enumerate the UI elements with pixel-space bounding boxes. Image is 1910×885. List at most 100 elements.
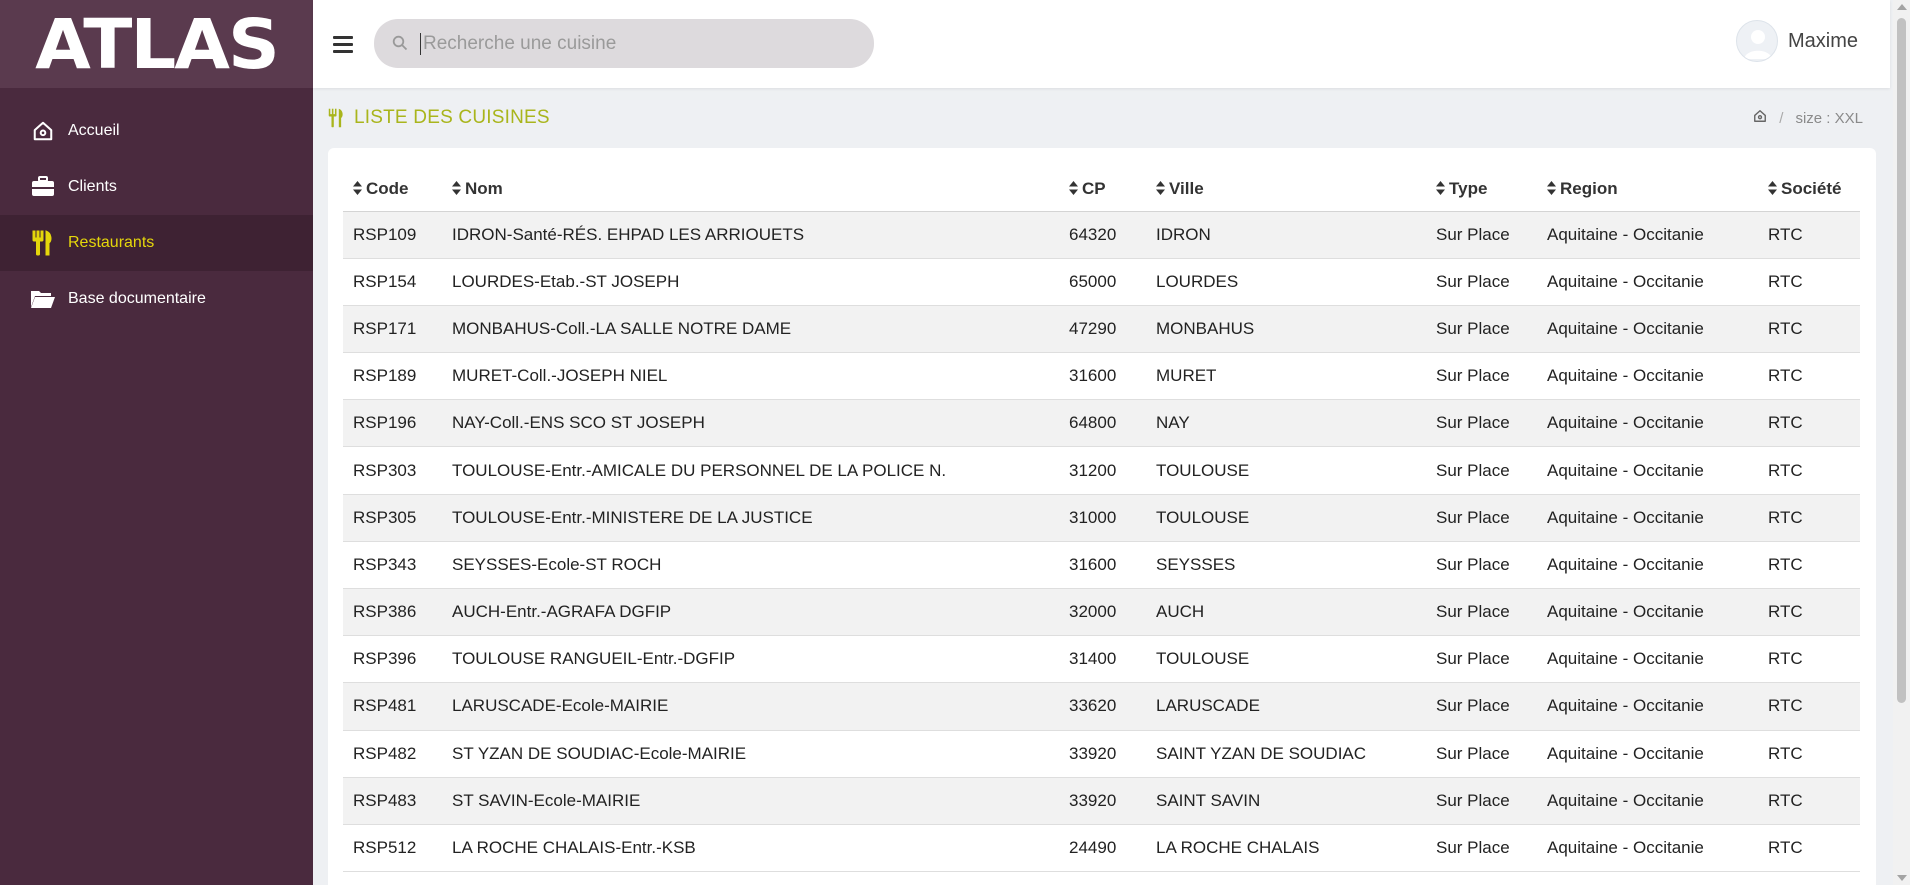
table-row[interactable]: RSP303 TOULOUSE-Entr.-AMICALE DU PERSONNE… xyxy=(343,446,1860,495)
table-cell: Aquitaine - Occitanie xyxy=(1537,446,1758,495)
scrollbar-thumb[interactable] xyxy=(1897,18,1906,703)
sidebar-item-restaurants[interactable]: Restaurants xyxy=(0,215,313,271)
table-cell: Sur Place xyxy=(1426,588,1537,637)
sidebar-nav: Accueil Clients Restaurants Base documen… xyxy=(0,88,313,327)
table-row[interactable]: RSP189 MURET-Coll.-JOSEPH NIEL 31600 MURET S… xyxy=(343,352,1860,401)
hamburger-menu-icon[interactable] xyxy=(333,30,353,58)
sidebar-item-clients[interactable]: Clients xyxy=(0,159,313,215)
sort-icon xyxy=(1436,180,1446,200)
cuisines-table-card: Code Nom CP Ville Type Region Société RSP109 ID… xyxy=(328,148,1876,885)
column-header-3[interactable]: Ville xyxy=(1146,168,1426,212)
column-header-label: Type xyxy=(1449,178,1488,198)
table-cell: TOULOUSE xyxy=(1146,494,1426,542)
column-header-5[interactable]: Region xyxy=(1537,168,1758,212)
user-menu[interactable]: Maxime xyxy=(1735,20,1858,62)
table-cell: ST SAVIN-Ecole-MAIRIE xyxy=(442,777,1059,825)
cuisines-table: Code Nom CP Ville Type Region Société RSP109 ID… xyxy=(343,168,1860,873)
avatar xyxy=(1735,20,1778,62)
table-cell: Sur Place xyxy=(1426,682,1537,731)
table-cell: LOURDES-Etab.-ST JOSEPH xyxy=(442,258,1059,306)
search-input[interactable] xyxy=(420,32,840,55)
table-cell: MURET xyxy=(1146,352,1426,401)
column-header-2[interactable]: CP xyxy=(1059,168,1146,212)
table-cell: Aquitaine - Occitanie xyxy=(1537,399,1758,448)
scroll-down-arrow-icon[interactable] xyxy=(1897,875,1907,881)
sidebar-item-accueil[interactable]: Accueil xyxy=(0,103,313,159)
table-row[interactable]: RSP171 MONBAHUS-Coll.-LA SALLE NOTRE DAME… xyxy=(343,305,1860,354)
table-row[interactable]: RSP109 IDRON-Santé-RÉS. EHPAD LES ARRIOUE… xyxy=(343,211,1860,259)
table-cell: RTC xyxy=(1758,446,1860,495)
table-cell: RSP512 xyxy=(343,824,442,873)
app-logo[interactable]: ATLAS xyxy=(35,10,280,78)
sidebar: ATLAS Accueil Clients Restaurants Base d… xyxy=(0,0,313,885)
table-row[interactable]: RSP154 LOURDES-Etab.-ST JOSEPH 65000 LOURDE… xyxy=(343,258,1860,306)
table-row[interactable]: RSP343 SEYSSES-Ecole-ST ROCH 31600 SEYSSES S… xyxy=(343,541,1860,590)
table-row[interactable]: RSP305 TOULOUSE-Entr.-MINISTERE DE LA JUS… xyxy=(343,494,1860,542)
table-cell: RSP386 xyxy=(343,588,442,637)
column-header-4[interactable]: Type xyxy=(1426,168,1537,212)
table-cell: RTC xyxy=(1758,730,1860,778)
table-cell: Aquitaine - Occitanie xyxy=(1537,541,1758,590)
table-row[interactable]: RSP512 LA ROCHE CHALAIS-Entr.-KSB 24490 LA … xyxy=(343,824,1860,873)
page-header: LISTE DES CUISINES / size : XXL xyxy=(328,103,1863,133)
home-icon[interactable] xyxy=(1753,109,1767,127)
table-cell: RSP305 xyxy=(343,494,442,542)
column-header-label: Nom xyxy=(465,178,503,198)
column-header-label: Code xyxy=(366,178,409,198)
table-cell: MONBAHUS xyxy=(1146,305,1426,354)
table-cell: Aquitaine - Occitanie xyxy=(1537,211,1758,259)
table-cell: ST YZAN DE SOUDIAC-Ecole-MAIRIE xyxy=(442,730,1059,778)
table-cell: RTC xyxy=(1758,211,1860,259)
table-cell: Aquitaine - Occitanie xyxy=(1537,494,1758,542)
sort-icon xyxy=(1547,180,1557,200)
table-cell: IDRON-Santé-RÉS. EHPAD LES ARRIOUETS xyxy=(442,211,1059,259)
table-cell: 64800 xyxy=(1059,399,1146,448)
sidebar-item-label: Base documentaire xyxy=(68,290,206,307)
table-cell: LARUSCADE-Ecole-MAIRIE xyxy=(442,682,1059,731)
table-row[interactable]: RSP483 ST SAVIN-Ecole-MAIRIE 33920 SAINT SA… xyxy=(343,777,1860,825)
table-row[interactable]: RSP396 TOULOUSE RANGUEIL-Entr.-DGFIP 31400… xyxy=(343,635,1860,684)
column-header-0[interactable]: Code xyxy=(343,168,442,212)
table-cell: 31600 xyxy=(1059,541,1146,590)
sort-icon xyxy=(452,180,462,200)
table-row[interactable]: RSP481 LARUSCADE-Ecole-MAIRIE 33620 LARUSCA… xyxy=(343,682,1860,731)
column-header-label: Region xyxy=(1560,178,1618,198)
table-cell: SEYSSES-Ecole-ST ROCH xyxy=(442,541,1059,590)
table-cell: RTC xyxy=(1758,399,1860,448)
user-name: Maxime xyxy=(1787,29,1858,52)
table-cell: Sur Place xyxy=(1426,494,1537,542)
table-cell: Sur Place xyxy=(1426,352,1537,401)
table-cell: TOULOUSE RANGUEIL-Entr.-DGFIP xyxy=(442,635,1059,684)
table-cell: RSP189 xyxy=(343,352,442,401)
table-cell: TOULOUSE xyxy=(1146,635,1426,684)
table-cell: RSP343 xyxy=(343,541,442,590)
table-cell: RTC xyxy=(1758,258,1860,306)
table-row[interactable]: RSP196 NAY-Coll.-ENS SCO ST JOSEPH 64800 NA… xyxy=(343,399,1860,448)
table-cell: TOULOUSE xyxy=(1146,446,1426,495)
table-cell: RSP171 xyxy=(343,305,442,354)
page-title-text: LISTE DES CUISINES xyxy=(354,107,550,128)
table-cell: RTC xyxy=(1758,541,1860,590)
table-cell: 33920 xyxy=(1059,730,1146,778)
table-cell: LOURDES xyxy=(1146,258,1426,306)
table-cell: SAINT SAVIN xyxy=(1146,777,1426,825)
folder-open-icon xyxy=(30,286,56,312)
sidebar-item-label: Accueil xyxy=(68,122,120,139)
table-cell: RSP483 xyxy=(343,777,442,825)
sidebar-item-label: Restaurants xyxy=(68,234,155,251)
table-cell: Aquitaine - Occitanie xyxy=(1537,730,1758,778)
table-row[interactable]: RSP386 AUCH-Entr.-AGRAFA DGFIP 32000 AUCH Su… xyxy=(343,588,1860,637)
column-header-1[interactable]: Nom xyxy=(442,168,1059,212)
table-row[interactable]: RSP482 ST YZAN DE SOUDIAC-Ecole-MAIRIE 339… xyxy=(343,730,1860,778)
column-header-6[interactable]: Société xyxy=(1758,168,1860,212)
scroll-up-arrow-icon[interactable] xyxy=(1897,4,1907,10)
table-cell: AUCH xyxy=(1146,588,1426,637)
table-body: RSP109 IDRON-Santé-RÉS. EHPAD LES ARRIOUE… xyxy=(343,211,1860,873)
page-scrollbar[interactable] xyxy=(1893,0,1910,885)
sidebar-item-base-documentaire[interactable]: Base documentaire xyxy=(0,271,313,327)
fork-knife-icon xyxy=(328,107,345,129)
column-header-label: Société xyxy=(1781,178,1842,198)
table-cell: RTC xyxy=(1758,682,1860,731)
briefcase-icon xyxy=(30,174,56,200)
table-cell: Aquitaine - Occitanie xyxy=(1537,305,1758,354)
